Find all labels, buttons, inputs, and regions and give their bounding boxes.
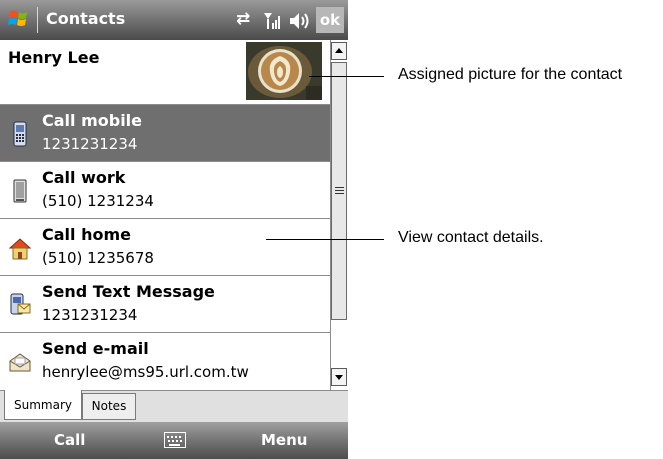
action-row-call-home[interactable]: Call home (510) 1235678 — [0, 219, 330, 276]
text-message-icon — [10, 293, 31, 315]
title-bar: Contacts ⇄ ok — [0, 0, 348, 40]
callout-picture: Assigned picture for the contact — [398, 66, 623, 83]
contact-name: Henry Lee — [8, 48, 100, 67]
action-value: (510) 1231234 — [42, 192, 154, 210]
tab-notes[interactable]: Notes — [82, 393, 136, 420]
ok-button[interactable]: ok — [316, 7, 344, 33]
action-row-send-email[interactable]: Send e-mail henrylee@ms95.url.com.tw — [0, 333, 330, 389]
grip-line — [335, 190, 344, 191]
tab-summary[interactable]: Summary — [4, 390, 82, 420]
grip-line — [335, 187, 344, 188]
scroll-thumb[interactable] — [331, 62, 347, 320]
windows-start-icon[interactable] — [6, 6, 32, 32]
action-row-send-text-message[interactable]: Send Text Message 1231231234 — [0, 276, 330, 333]
scroll-down-button[interactable] — [331, 368, 347, 386]
action-label: Send Text Message — [42, 282, 215, 301]
title-separator — [37, 7, 38, 33]
work-phone-icon — [13, 179, 27, 203]
vertical-scrollbar[interactable] — [330, 40, 348, 390]
sync-arrows-icon[interactable]: ⇄ — [236, 9, 250, 29]
keyboard-icon[interactable] — [164, 432, 186, 448]
callout-details: View contact details. — [398, 229, 544, 246]
action-row-call-mobile[interactable]: Call mobile 1231231234 — [0, 105, 330, 162]
home-icon — [8, 238, 32, 260]
action-label: Send e-mail — [42, 339, 149, 358]
scroll-up-button[interactable] — [331, 42, 347, 60]
latte-art-photo-icon — [246, 42, 322, 100]
arrow-down-icon — [335, 375, 343, 380]
action-value: 1231231234 — [42, 135, 138, 153]
contact-header: Henry Lee — [0, 40, 330, 105]
callout-line-picture — [309, 76, 384, 77]
action-row-call-work[interactable]: Call work (510) 1231234 — [0, 162, 330, 219]
app-title: Contacts — [46, 9, 126, 28]
action-label: Call work — [42, 168, 126, 187]
action-value: henrylee@ms95.url.com.tw — [42, 363, 249, 381]
action-label: Call mobile — [42, 111, 143, 130]
callout-line-details — [266, 239, 384, 240]
menu-softkey[interactable]: Menu — [261, 431, 307, 449]
mobile-phone-icon — [13, 121, 27, 147]
contact-photo[interactable] — [246, 42, 322, 100]
call-softkey[interactable]: Call — [54, 431, 85, 449]
arrow-up-icon — [335, 48, 343, 53]
grip-line — [335, 193, 344, 194]
email-envelope-icon — [9, 353, 31, 372]
action-value: 1231231234 — [42, 306, 138, 324]
action-value: (510) 1235678 — [42, 249, 154, 267]
signal-strength-icon[interactable] — [262, 11, 282, 31]
action-label: Call home — [42, 225, 131, 244]
softkey-bar: Call Menu — [0, 422, 348, 459]
speaker-volume-icon[interactable] — [288, 11, 310, 31]
pocket-pc-screen: Contacts ⇄ ok Henry Lee Call mobile 1231… — [0, 0, 348, 459]
keyboard-keys — [167, 436, 182, 446]
tab-bar: Summary Notes — [0, 390, 348, 423]
